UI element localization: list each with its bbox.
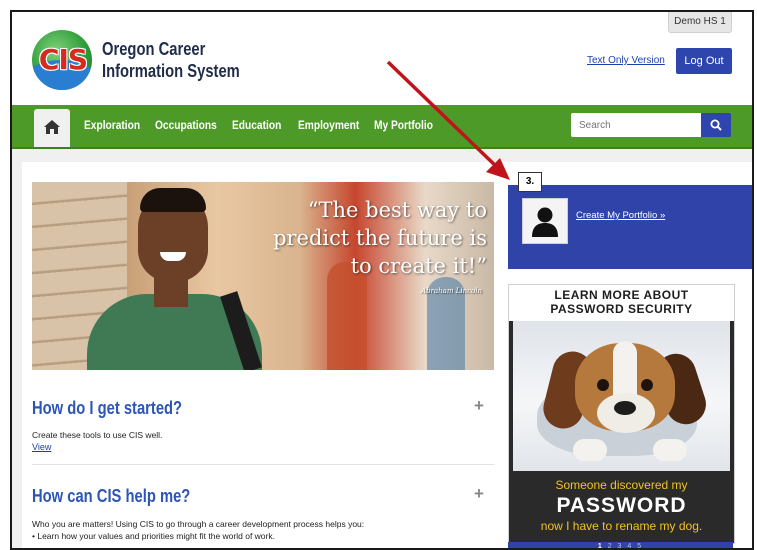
main-navigation: Exploration Occupations Education Employ… [12, 105, 752, 149]
ad-text-line1: Someone discovered my [555, 478, 688, 492]
hero-student-hair [140, 188, 206, 212]
section-text-how-cis-helps: Who you are matters! Using CIS to go thr… [32, 519, 365, 529]
ad-text-password: PASSWORD [556, 494, 687, 517]
site-title-line1: Oregon Career [102, 39, 206, 59]
puppy-eye-right [641, 379, 653, 391]
step-badge: 3. [518, 172, 542, 192]
section-title-how-cis-helps[interactable]: How can CIS help me? [32, 486, 190, 507]
nav-item-employment[interactable]: Employment [298, 118, 359, 132]
home-icon [44, 120, 60, 134]
expand-get-started-icon[interactable]: + [474, 396, 484, 416]
search-icon [710, 119, 722, 131]
password-security-ad[interactable]: LEARN MORE ABOUT PASSWORD SECURITY Someo… [508, 284, 735, 544]
nav-item-my-portfolio[interactable]: My Portfolio [374, 118, 433, 132]
nav-item-occupations[interactable]: Occupations [155, 118, 217, 132]
section-bullet-values: • Learn how your values and priorities m… [32, 531, 275, 541]
ad-header: LEARN MORE ABOUT PASSWORD SECURITY [509, 285, 734, 321]
site-title-line2: Information System [102, 61, 240, 81]
hero-quote-author: Abraham Lincoln [421, 287, 482, 295]
section-text-get-started: Create these tools to use CIS well. [32, 430, 163, 440]
ad-pager[interactable]: 1 2 3 4 5 [508, 542, 733, 548]
ad-pager-pages[interactable]: 2 3 4 5 [608, 543, 643, 548]
expand-how-cis-helps-icon[interactable]: + [474, 484, 484, 504]
search-input[interactable] [571, 113, 701, 137]
nav-item-education[interactable]: Education [232, 118, 281, 132]
nav-item-exploration[interactable]: Exploration [84, 118, 140, 132]
puppy-nose [614, 401, 636, 415]
user-silhouette-icon [532, 207, 558, 237]
view-link[interactable]: View [32, 442, 51, 452]
logout-button[interactable]: Log Out [676, 48, 732, 74]
cis-logo[interactable]: CIS [32, 30, 92, 90]
browser-frame: Demo HS 1 CIS Oregon Career Information … [10, 10, 754, 550]
puppy-eye-left [597, 379, 609, 391]
text-only-version-link[interactable]: Text Only Version [587, 55, 665, 66]
demo-account-tag[interactable]: Demo HS 1 [668, 12, 732, 33]
hero-banner: “The best way to predict the future is t… [32, 182, 494, 370]
site-title: Oregon Career Information System [102, 38, 282, 82]
logo-letters: CIS [38, 43, 88, 76]
ad-header-line2: PASSWORD SECURITY [550, 302, 693, 316]
puppy-paw-left [573, 439, 607, 461]
hero-quote: “The best way to predict the future is t… [273, 198, 487, 278]
ad-header-line1: LEARN MORE ABOUT [554, 288, 689, 302]
ad-text-line3: now I have to rename my dog. [540, 519, 703, 533]
puppy-paw-right [653, 439, 687, 461]
ad-pager-current[interactable]: 1 [598, 543, 604, 548]
avatar [522, 198, 568, 244]
puppy-photo [513, 321, 730, 471]
section-divider [32, 464, 494, 465]
home-tab[interactable] [34, 109, 70, 147]
create-my-portfolio-link[interactable]: Create My Portfolio » [576, 210, 665, 221]
section-title-get-started[interactable]: How do I get started? [32, 398, 182, 419]
search-button[interactable] [701, 113, 731, 137]
